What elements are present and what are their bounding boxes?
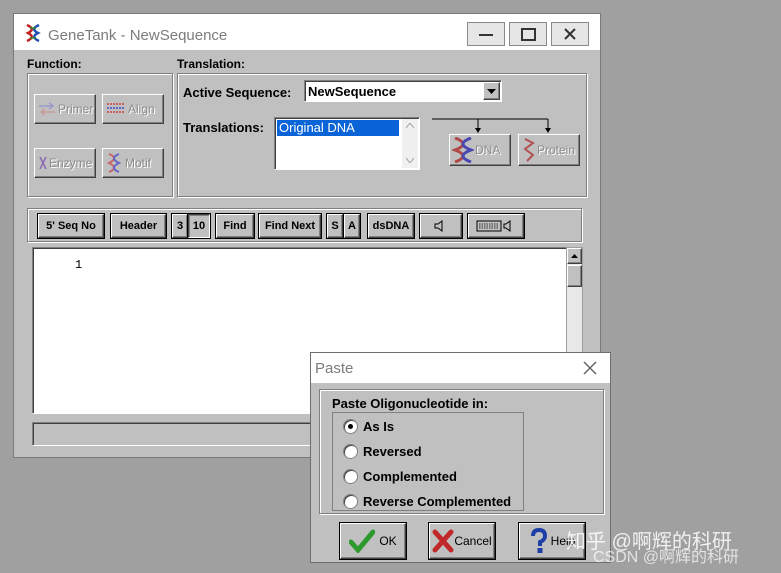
enzyme-button[interactable]: Enzyme <box>34 148 96 178</box>
cancel-label: Cancel <box>454 534 492 548</box>
radio-complemented-circle[interactable] <box>343 469 358 484</box>
frame-10-button[interactable]: 10 <box>188 214 210 238</box>
minimize-button[interactable] <box>467 22 505 46</box>
title-bar[interactable]: GeneTank - NewSequence <box>14 14 600 50</box>
scroll-up-icon[interactable] <box>406 123 414 128</box>
scroll-up-button[interactable] <box>567 248 582 264</box>
translation-flow-arrows <box>432 118 551 133</box>
cancel-button[interactable]: Cancel <box>429 523 495 559</box>
paste-options-frame: As Is Reversed Complemented Reverse Comp… <box>332 412 524 511</box>
seq-no-button[interactable]: 5' Seq No <box>38 214 104 238</box>
ok-button[interactable]: OK <box>340 523 406 559</box>
dna-button[interactable]: DNA <box>449 134 511 166</box>
protein-label: Protein <box>537 143 576 157</box>
radio-as-is-circle[interactable] <box>343 419 358 434</box>
chevron-down-icon <box>487 88 496 94</box>
dna-helix-icon <box>452 137 474 163</box>
radio-complemented-label: Complemented <box>363 469 457 484</box>
watermark-csdn: CSDN @啊辉的科研 <box>593 549 740 566</box>
radio-reversed-circle[interactable] <box>343 444 358 459</box>
motif-helix-icon <box>106 153 122 173</box>
active-sequence-label: Active Sequence: <box>183 85 292 100</box>
line-number: 1 <box>75 258 83 272</box>
arrow-up-icon <box>571 254 578 258</box>
paste-options-group: Paste Oligonucleotide in: As Is Reversed… <box>319 389 604 514</box>
radio-reversed-label: Reversed <box>363 444 422 459</box>
translations-label: Translations: <box>183 120 264 135</box>
radio-complemented[interactable]: Complemented <box>343 469 457 484</box>
radio-reverse-complemented-label: Reverse Complemented <box>363 494 512 509</box>
app-dna-icon <box>24 23 44 43</box>
dropdown-arrow-button[interactable] <box>483 82 500 100</box>
dna-label: DNA <box>475 143 501 157</box>
cancel-x-icon <box>432 529 454 553</box>
translations-list-item[interactable]: Original DNA <box>277 120 399 136</box>
sense-button[interactable]: S <box>327 214 343 238</box>
translation-panel: Active Sequence: NewSequence Translation… <box>177 73 587 197</box>
status-bar <box>32 422 322 446</box>
maximize-button[interactable] <box>509 22 547 46</box>
paste-dialog-titlebar[interactable]: Paste <box>311 353 610 383</box>
frame-3-button[interactable]: 3 <box>172 214 188 238</box>
protein-chain-icon <box>523 138 535 162</box>
enzyme-label: Enzyme <box>49 156 93 170</box>
dsdna-button[interactable]: dsDNA <box>368 214 414 238</box>
radio-as-is-label: As Is <box>363 419 395 434</box>
find-next-button[interactable]: Find Next <box>259 214 321 238</box>
speaker-icon <box>434 220 443 232</box>
window-title: GeneTank - NewSequence <box>48 27 228 44</box>
antisense-button[interactable]: A <box>344 214 360 238</box>
close-icon <box>564 28 576 40</box>
scroll-down-icon[interactable] <box>406 158 414 163</box>
translation-label: Translation: <box>177 57 246 71</box>
radio-selected-dot <box>348 424 353 429</box>
align-bars-icon <box>107 103 125 113</box>
help-question-icon <box>530 528 547 553</box>
close-icon[interactable] <box>583 361 597 375</box>
primer-button[interactable]: Primer <box>34 94 96 124</box>
protein-button[interactable]: Protein <box>518 134 580 166</box>
keyboard-speaker-icon <box>476 220 511 232</box>
maximize-icon <box>520 27 536 41</box>
speaker-button[interactable] <box>420 214 462 238</box>
keyboard-speaker-button[interactable] <box>468 214 524 238</box>
radio-reverse-complemented-circle[interactable] <box>343 494 358 509</box>
motif-button[interactable]: Motif <box>102 148 164 178</box>
active-sequence-dropdown[interactable]: NewSequence <box>304 80 502 102</box>
radio-reversed[interactable]: Reversed <box>343 444 422 459</box>
primer-arrows-icon <box>39 102 55 116</box>
close-button[interactable] <box>551 22 589 46</box>
active-sequence-value: NewSequence <box>308 84 397 99</box>
ok-label: OK <box>379 534 397 548</box>
motif-label: Motif <box>125 156 152 170</box>
function-panel: Primer Align Enzyme Motif <box>27 73 173 197</box>
primer-label: Primer <box>58 102 94 116</box>
radio-reverse-complemented[interactable]: Reverse Complemented <box>343 494 511 509</box>
align-button[interactable]: Align <box>102 94 164 124</box>
translations-listbox[interactable]: Original DNA <box>274 117 420 170</box>
function-label: Function: <box>27 57 82 71</box>
checkmark-icon <box>349 529 376 553</box>
scroll-thumb[interactable] <box>567 265 582 287</box>
paste-group-label: Paste Oligonucleotide in: <box>332 396 489 411</box>
translations-item-label: Original DNA <box>279 120 355 135</box>
header-button[interactable]: Header <box>111 214 166 238</box>
find-button[interactable]: Find <box>216 214 254 238</box>
align-label: Align <box>128 102 155 116</box>
minimize-icon <box>479 34 493 36</box>
radio-as-is[interactable]: As Is <box>343 419 394 434</box>
editor-toolbar: 5' Seq No Header 3 10 Find Find Next S A… <box>27 208 582 242</box>
enzyme-scissors-icon <box>39 156 47 170</box>
paste-dialog-title: Paste <box>315 360 354 377</box>
translations-scrollbar[interactable] <box>402 119 418 168</box>
